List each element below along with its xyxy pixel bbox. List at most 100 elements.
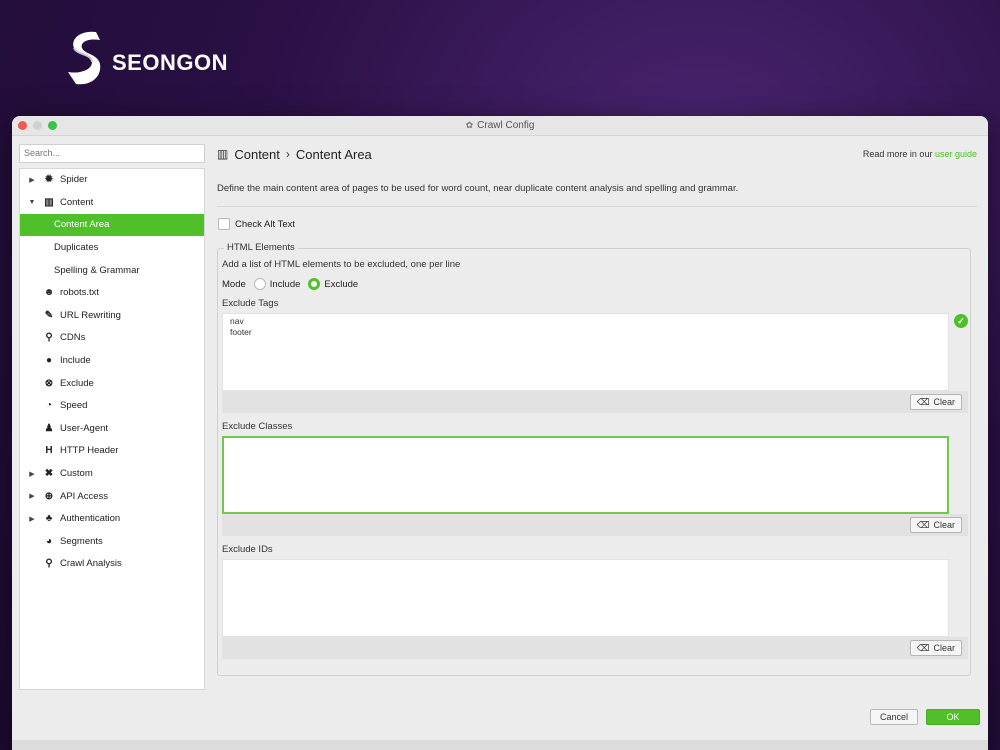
status-bar xyxy=(12,740,988,750)
sidebar-item-robots-txt[interactable]: ☻ robots.txt xyxy=(20,281,204,304)
sidebar-item-speed[interactable]: ◔ Speed xyxy=(20,394,204,417)
include-radio-label: Include xyxy=(269,278,301,290)
sidebar-item-exclude[interactable]: ⊗ Exclude xyxy=(20,372,204,395)
exclude-ids-textarea[interactable] xyxy=(222,559,949,637)
crawl-analysis-icon: ⚲ xyxy=(45,558,53,570)
user-agent-icon: ♟ xyxy=(44,422,54,434)
sidebar-item-label: Exclude xyxy=(60,377,94,389)
authentication-icon: ♣ xyxy=(45,513,53,525)
mode-label: Mode xyxy=(222,278,246,290)
seongon-logo-icon xyxy=(68,31,101,85)
sidebar-item-label: Custom xyxy=(60,468,93,480)
clear-label: Clear xyxy=(933,520,955,530)
read-more: Read more in our user guide xyxy=(863,149,977,159)
content-icon: ▥ xyxy=(44,196,54,208)
exclude-tags-textarea[interactable]: nav footer xyxy=(222,313,949,391)
sidebar-item-label: Duplicates xyxy=(54,242,99,254)
sidebar-item-http-header[interactable]: H HTTP Header xyxy=(20,440,204,463)
exclude-radio-label: Exclude xyxy=(324,278,359,290)
html-elements-legend: HTML Elements xyxy=(224,242,298,253)
minimize-window-button[interactable] xyxy=(33,121,42,130)
include-icon: ● xyxy=(45,355,53,367)
sidebar-item-content[interactable]: ▼ ▥ Content xyxy=(20,191,204,214)
chevron-right-icon[interactable]: ▶ xyxy=(27,515,37,523)
sidebar-item-label: CDNs xyxy=(60,332,86,344)
sidebar-item-user-agent[interactable]: ♟ User-Agent xyxy=(20,417,204,440)
window-controls xyxy=(18,121,57,130)
exclude-classes-textarea[interactable] xyxy=(222,436,949,514)
sidebar-item-label: HTTP Header xyxy=(60,445,119,457)
maximize-window-button[interactable] xyxy=(48,121,57,130)
page-title: Content Area xyxy=(295,146,372,162)
sidebar-item-url-rewriting[interactable]: ✎ URL Rewriting xyxy=(20,304,204,327)
segments-icon: ◕ xyxy=(45,535,53,547)
sidebar-item-custom[interactable]: ▶ ✖ Custom xyxy=(20,462,204,485)
chevron-right-icon[interactable]: ▶ xyxy=(27,492,37,500)
check-alt-text-row: Check Alt Text xyxy=(217,218,977,230)
html-elements-group: HTML Elements Add a list of HTML element… xyxy=(217,242,971,676)
page-header: ▥ Content › Content Area Read more in ou… xyxy=(217,143,977,165)
robots-txt-icon: ☻ xyxy=(43,287,55,299)
html-elements-description: Add a list of HTML elements to be exclud… xyxy=(222,259,461,270)
user-guide-link[interactable]: user guide xyxy=(935,149,977,159)
sidebar-item-segments[interactable]: ◕ Segments xyxy=(20,530,204,553)
brand-name: SEONGON xyxy=(112,50,228,75)
page-description: Define the main content area of pages to… xyxy=(217,183,739,194)
exclude-classes-label: Exclude Classes xyxy=(222,421,293,432)
exclude-radio[interactable] xyxy=(308,278,321,290)
exclude-classes-clear-bar: ⌫ Clear xyxy=(222,514,968,536)
sidebar-item-label: API Access xyxy=(60,490,109,502)
clear-tags-button[interactable]: ⌫ Clear xyxy=(909,394,962,410)
sidebar-item-content-area[interactable]: Content Area xyxy=(20,213,204,237)
mode-row: Mode Include Exclude xyxy=(222,278,966,290)
sidebar-item-label: Content Area xyxy=(54,219,110,231)
url-rewriting-icon: ✎ xyxy=(44,309,54,321)
sidebar-item-spelling-grammar[interactable]: Spelling & Grammar xyxy=(20,259,204,282)
cancel-button[interactable]: Cancel xyxy=(870,709,918,725)
sidebar-nav: ▶ ✹ Spider ▼ ▥ Content Content Area Duplicates S… xyxy=(19,167,205,690)
include-radio[interactable] xyxy=(253,278,266,290)
sidebar-item-label: Authentication xyxy=(60,513,121,525)
sidebar-item-label: robots.txt xyxy=(60,287,100,299)
exclude-ids-clear-bar: ⌫ Clear xyxy=(222,637,968,659)
sidebar-item-spider[interactable]: ▶ ✹ Spider xyxy=(20,169,204,192)
spider-icon: ✹ xyxy=(44,174,54,186)
sidebar-item-label: URL Rewriting xyxy=(60,309,121,321)
sidebar-item-label: Segments xyxy=(60,535,103,547)
content-icon: ▥ xyxy=(217,147,229,161)
sidebar-item-label: Content xyxy=(60,196,94,208)
api-access-icon: ⊕ xyxy=(44,490,54,502)
custom-icon: ✖ xyxy=(44,468,54,480)
http-header-icon: H xyxy=(45,445,53,457)
eraser-icon: ⌫ xyxy=(916,396,930,407)
clear-ids-button[interactable]: ⌫ Clear xyxy=(909,640,962,656)
sidebar-item-duplicates[interactable]: Duplicates xyxy=(20,236,204,259)
read-more-text: Read more in our xyxy=(862,149,933,159)
main-content: ▥ Content › Content Area Read more in ou… xyxy=(217,143,977,703)
exclude-tags-clear-bar: ⌫ Clear xyxy=(222,391,968,413)
sidebar-item-label: Spelling & Grammar xyxy=(54,264,140,276)
exclude-tags-label: Exclude Tags xyxy=(222,298,279,309)
close-window-button[interactable] xyxy=(18,121,27,130)
clear-label: Clear xyxy=(933,397,955,407)
window-title: ✿ Crawl Config xyxy=(466,120,535,131)
sidebar-item-crawl-analysis[interactable]: ⚲ Crawl Analysis xyxy=(20,553,204,576)
chevron-right-icon[interactable]: ▶ xyxy=(27,176,37,184)
sidebar-item-include[interactable]: ● Include xyxy=(20,349,204,372)
sidebar-item-api-access[interactable]: ▶ ⊕ API Access xyxy=(20,485,204,508)
crawl-config-window: ✿ Crawl Config ▶ ✹ Spider ▼ ▥ Content Content … xyxy=(12,116,988,750)
chevron-down-icon[interactable]: ▼ xyxy=(27,199,37,206)
sidebar-item-label: Speed xyxy=(60,400,88,412)
sidebar-item-authentication[interactable]: ▶ ♣ Authentication xyxy=(20,507,204,530)
eraser-icon: ⌫ xyxy=(916,642,930,653)
ok-button[interactable]: OK xyxy=(926,709,980,725)
search-input[interactable] xyxy=(19,143,205,163)
clear-classes-button[interactable]: ⌫ Clear xyxy=(909,517,962,533)
check-alt-text-checkbox[interactable] xyxy=(218,218,230,230)
chevron-right-icon[interactable]: ▶ xyxy=(27,470,37,478)
divider xyxy=(217,206,977,207)
sidebar-item-cdns[interactable]: ⚲ CDNs xyxy=(20,327,204,350)
clear-label: Clear xyxy=(933,643,955,653)
breadcrumb-root[interactable]: Content xyxy=(234,147,280,162)
speed-icon: ◔ xyxy=(45,400,53,412)
